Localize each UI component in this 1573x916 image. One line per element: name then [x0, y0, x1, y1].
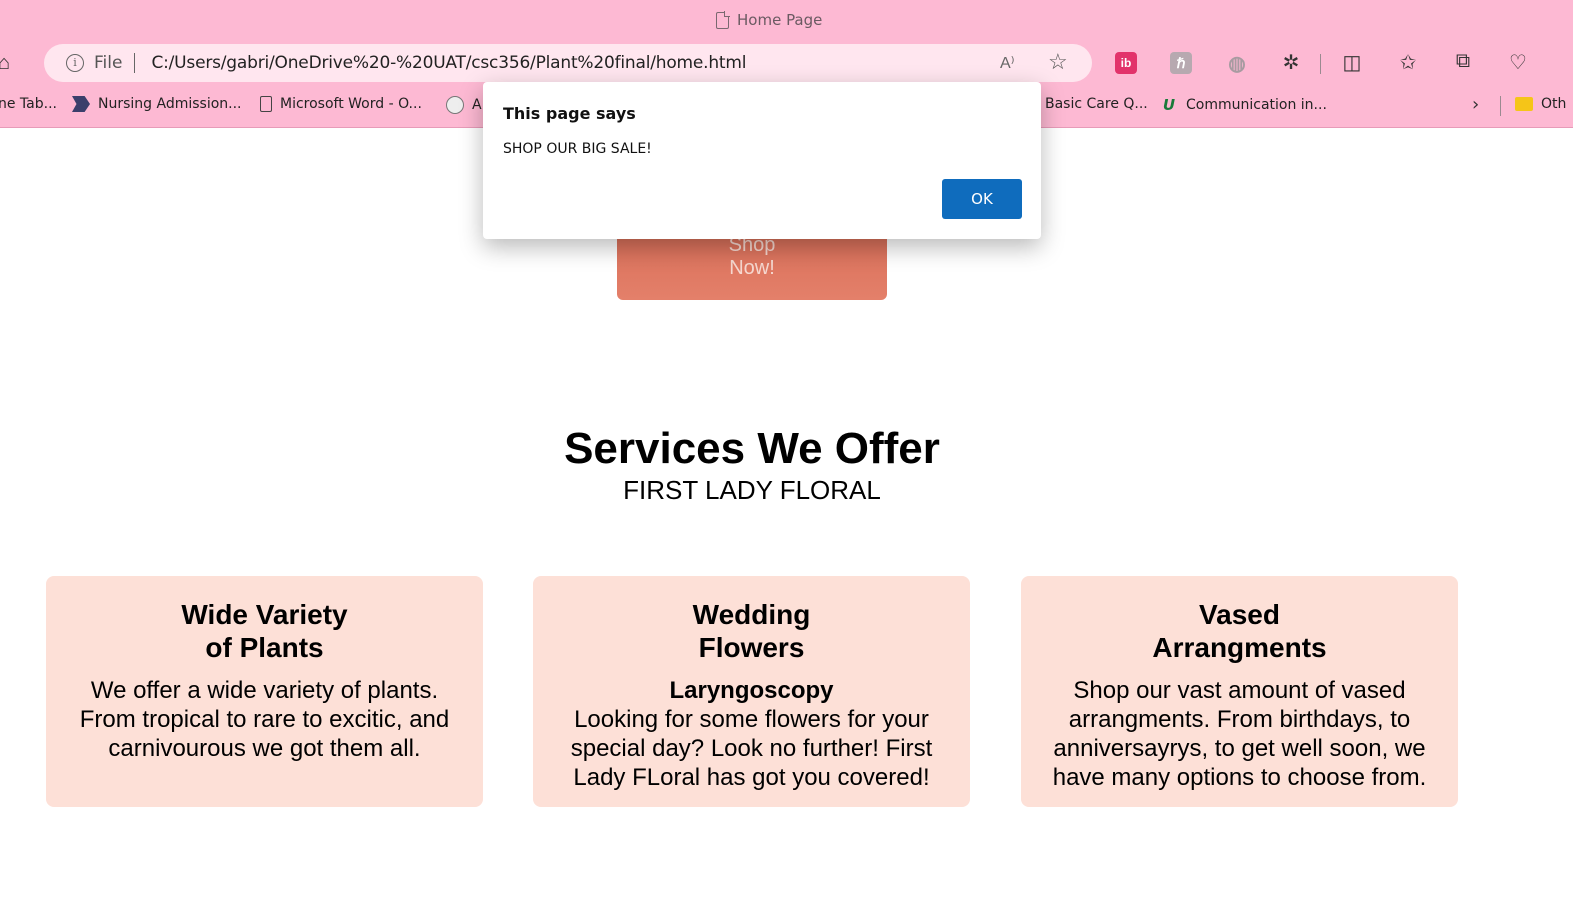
bookmark-label: Nursing Admission...	[98, 96, 242, 112]
tab-title[interactable]: Home Page	[716, 10, 822, 30]
site-logo-icon	[446, 96, 464, 114]
tab-title-label: Home Page	[737, 11, 823, 29]
toolbar: ⌂ i File C:/Users/gabri/OneDrive%20-%20U…	[0, 40, 1573, 86]
address-divider	[134, 53, 136, 73]
bookmark-item[interactable]: A	[446, 96, 482, 114]
card-title-line: of Plants	[205, 632, 324, 663]
bookmark-item[interactable]: U Communication in...	[1160, 96, 1327, 114]
shop-now-label: Shop Now!	[728, 234, 776, 279]
bookmarks-divider	[1500, 96, 1501, 116]
extension-icon[interactable]: ℏ	[1170, 52, 1192, 74]
dialog-message: SHOP OUR BIG SALE!	[503, 141, 652, 157]
home-icon[interactable]: ⌂	[0, 52, 20, 74]
bookmark-item[interactable]: Basic Care Q...	[1045, 96, 1148, 112]
alert-dialog: This page says SHOP OUR BIG SALE! OK	[483, 82, 1041, 239]
ib-extension-icon[interactable]: ib	[1115, 52, 1137, 74]
bookmark-label: A	[472, 97, 482, 113]
services-title: Services We Offer	[564, 424, 940, 473]
bookmark-label: Oth	[1541, 96, 1567, 112]
card-subtitle: Laryngoscopy	[669, 677, 834, 704]
card-title-line: Wedding	[692, 599, 811, 630]
service-card-plants: Wide Variety of Plants We offer a wide v…	[46, 576, 483, 807]
address-bar[interactable]: i File C:/Users/gabri/OneDrive%20-%20UAT…	[44, 44, 1092, 82]
dialog-title: This page says	[503, 104, 636, 123]
collections-icon[interactable]: ⧉	[1451, 50, 1475, 73]
bookmark-flag-icon	[72, 96, 90, 112]
extension-circle-icon[interactable]: ◍	[1226, 52, 1248, 75]
document-icon	[260, 96, 272, 112]
card-body: Shop our vast amount of vased arrangment…	[1052, 677, 1427, 791]
service-card-wedding: Wedding Flowers Laryngoscopy Looking for…	[533, 576, 970, 807]
folder-icon	[1515, 97, 1533, 111]
chevron-right-icon[interactable]: ›	[1472, 94, 1479, 115]
bookmark-label: ne Tab...	[0, 96, 57, 112]
card-title: Wide Variety of Plants	[64, 598, 465, 664]
card-title-line: Flowers	[698, 632, 805, 663]
bookmark-label: Microsoft Word - O...	[280, 96, 422, 112]
split-screen-icon[interactable]: ◫	[1340, 50, 1364, 75]
card-body: We offer a wide variety of plants. From …	[79, 677, 450, 762]
service-card-vased: Vased Arrangments Shop our vast amount o…	[1021, 576, 1458, 807]
toolbar-divider	[1320, 54, 1321, 74]
bookmark-item[interactable]: ne Tab...	[0, 96, 57, 112]
bookmark-item[interactable]: Microsoft Word - O...	[260, 96, 422, 112]
card-title: Wedding Flowers	[551, 598, 952, 664]
favorites-icon[interactable]: ✩	[1396, 50, 1420, 75]
card-title-line: Arrangments	[1152, 632, 1327, 663]
ok-button[interactable]: OK	[942, 179, 1022, 219]
card-title: Vased Arrangments	[1039, 598, 1440, 664]
card-body: Looking for some flowers for your specia…	[570, 706, 933, 791]
info-icon[interactable]: i	[66, 54, 84, 72]
services-subtitle: FIRST LADY FLORAL	[623, 475, 881, 505]
card-title-line: Vased	[1199, 599, 1280, 630]
url-text[interactable]: C:/Users/gabri/OneDrive%20-%20UAT/csc356…	[151, 53, 746, 73]
bookmark-item[interactable]: Nursing Admission...	[72, 96, 242, 112]
title-bar: Home Page	[0, 0, 1573, 40]
bookmark-folder-other[interactable]: Oth	[1515, 96, 1566, 112]
card-title-line: Wide Variety	[181, 599, 348, 630]
page-icon	[716, 10, 730, 29]
bookmark-label: Basic Care Q...	[1045, 96, 1148, 112]
scheme-label: File	[94, 53, 123, 73]
read-aloud-icon[interactable]: A⁾	[1000, 53, 1015, 73]
bookmark-label: Communication in...	[1186, 97, 1327, 113]
favorite-star-icon[interactable]: ☆	[1048, 49, 1068, 75]
extensions-puzzle-icon[interactable]: ✲	[1279, 50, 1303, 75]
browser-essentials-icon[interactable]: ♡	[1506, 50, 1530, 75]
u-logo-icon: U	[1162, 96, 1176, 114]
